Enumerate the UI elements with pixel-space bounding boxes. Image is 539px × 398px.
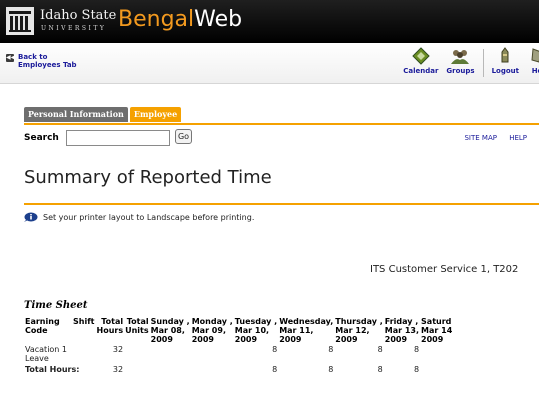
table-row: Vacation 1 Leave 32 8 8 8 8 <box>24 344 453 364</box>
cell-day-1 <box>191 344 234 364</box>
time-sheet-table: Earning Code Shift Total Hours Total Uni… <box>24 316 453 375</box>
brand-part-bengal: Bengal <box>118 7 195 32</box>
search-go-button[interactable]: Go <box>175 129 192 144</box>
university-logo-icon <box>6 7 34 35</box>
total-day-6 <box>420 364 453 375</box>
cell-day-6 <box>420 344 453 364</box>
printer-note-text: Set your printer layout to Landscape bef… <box>43 212 255 222</box>
table-total-row: Total Hours: 32 8 8 8 8 <box>24 364 453 375</box>
help-link[interactable]: He <box>523 46 539 77</box>
tab-bar: Personal Information Employee <box>24 107 182 122</box>
tab-underline <box>24 123 539 125</box>
total-day-5: 8 <box>413 365 420 374</box>
back-link-line1: Back to <box>18 53 48 61</box>
utility-links: SITE MAP HELP <box>454 134 527 142</box>
tab-employee[interactable]: Employee <box>129 107 182 122</box>
cell-day-4: 8 <box>377 345 383 354</box>
col-total-hours: Total Hours <box>96 317 124 335</box>
nav-separator <box>482 49 484 77</box>
back-arrow-icon: ◀◀ <box>6 54 16 62</box>
cell-earning-code: Vacation 1 Leave <box>25 345 68 363</box>
col-earning-code: Earning Code <box>25 317 60 335</box>
col-day-1: Monday , Mar 09, 2009 <box>191 317 233 344</box>
col-day-5: Friday , Mar 13, 2009 <box>384 317 420 344</box>
total-day-0 <box>150 364 191 375</box>
cell-total-hours: 32 <box>112 345 124 354</box>
back-to-employees-link[interactable]: ◀◀ Back to Employees Tab <box>6 53 77 69</box>
col-day-2: Tuesday , Mar 10, 2009 <box>234 317 278 344</box>
cell-day-5: 8 <box>413 345 420 354</box>
back-link-line2: Employees Tab <box>18 61 77 69</box>
total-hours-label: Total Hours: <box>25 365 80 374</box>
printer-note: Set your printer layout to Landscape bef… <box>24 212 254 222</box>
total-units-value <box>124 364 150 375</box>
cell-total-units <box>124 344 150 364</box>
info-icon <box>24 212 38 222</box>
logout-link-label: Logout <box>491 67 519 75</box>
calendar-link[interactable]: Calendar <box>399 46 442 77</box>
site-map-link[interactable]: SITE MAP <box>464 134 496 142</box>
top-navigation: ◀◀ Back to Employees Tab Calendar Groups <box>0 43 539 84</box>
department-label: ITS Customer Service 1, T202 <box>370 264 519 275</box>
logout-icon <box>501 47 509 63</box>
help-text-link[interactable]: HELP <box>509 134 527 142</box>
page-title: Summary of Reported Time <box>24 167 272 188</box>
help-icon <box>531 48 539 63</box>
help-link-label: He <box>531 67 539 75</box>
cell-shift <box>72 344 96 364</box>
calendar-link-label: Calendar <box>403 67 439 75</box>
total-day-4: 8 <box>377 365 383 374</box>
time-sheet-caption: Time Sheet <box>24 300 88 311</box>
search-input[interactable] <box>66 130 170 146</box>
university-subtitle: UNIVERSITY <box>41 25 107 32</box>
nav-links: Calendar Groups Logout He <box>399 46 539 77</box>
search-label: Search <box>24 133 59 143</box>
app-brand: BengalWeb <box>118 7 242 33</box>
tab-personal-information[interactable]: Personal Information <box>24 107 128 122</box>
col-day-3: Wednesday, Mar 11, 2009 <box>279 317 334 344</box>
table-header-row: Earning Code Shift Total Hours Total Uni… <box>24 316 453 344</box>
groups-link[interactable]: Groups <box>442 46 478 77</box>
groups-link-label: Groups <box>446 67 475 75</box>
total-day-1 <box>191 364 234 375</box>
title-divider <box>24 203 539 205</box>
banner: Idaho State UNIVERSITY BengalWeb <box>0 0 539 43</box>
cell-day-3: 8 <box>328 345 334 354</box>
col-day-0: Sunday , Mar 08, 2009 <box>150 317 190 344</box>
logout-link[interactable]: Logout <box>488 46 523 77</box>
groups-icon <box>451 50 470 64</box>
col-day-4: Thursday , Mar 12, 2009 <box>335 317 383 344</box>
total-day-2: 8 <box>272 365 278 374</box>
col-total-units: Total Units <box>125 317 149 335</box>
total-hours-value: 32 <box>112 365 124 374</box>
col-shift: Shift <box>73 317 95 326</box>
university-name: Idaho State <box>40 8 117 23</box>
cell-day-2: 8 <box>272 345 278 354</box>
brand-part-web: Web <box>194 7 243 32</box>
cell-day-0 <box>150 344 191 364</box>
total-day-3: 8 <box>328 365 334 374</box>
col-day-6: Saturd Mar 14 2009 <box>421 317 453 344</box>
calendar-icon <box>412 47 430 65</box>
